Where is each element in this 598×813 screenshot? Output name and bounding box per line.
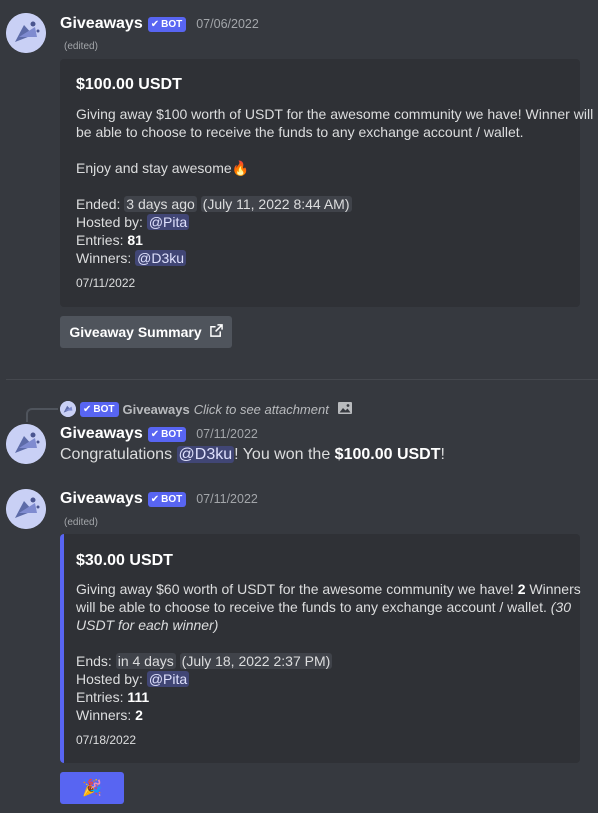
bot-badge: ✔ BOT bbox=[80, 401, 119, 417]
winners-count: 2 bbox=[135, 707, 143, 723]
embed-title: $30.00 USDT bbox=[76, 552, 173, 569]
giveaway-embed: $100.00 USDT Giving away $100 worth of U… bbox=[60, 59, 593, 307]
external-link-icon bbox=[209, 324, 223, 340]
giveaway-summary-button[interactable]: Giveaway Summary bbox=[60, 316, 232, 348]
entries-count: 81 bbox=[127, 232, 143, 248]
author-name[interactable]: Giveaways bbox=[60, 15, 143, 33]
timestamp-chip: (July 11, 2022 8:44 AM) bbox=[200, 196, 352, 212]
reply-spine bbox=[26, 408, 58, 422]
fire-emoji: 🔥 bbox=[231, 160, 250, 176]
reply-avatar bbox=[60, 401, 76, 417]
bot-badge: ✔ BOT bbox=[147, 426, 187, 442]
entries-count: 111 bbox=[127, 689, 150, 705]
timestamp-chip: (July 18, 2022 2:37 PM) bbox=[179, 653, 333, 669]
giveaway-embed: $30.00 USDT Giving away $60 worth of USD… bbox=[60, 534, 581, 763]
verified-check-icon: ✔ bbox=[150, 428, 160, 440]
winner-mention[interactable]: @D3ku bbox=[176, 446, 235, 463]
message-header: Giveaways ✔ BOT 07/06/2022 bbox=[60, 13, 259, 35]
party-popper-icon: 🎉 bbox=[82, 780, 102, 797]
reply-author[interactable]: Giveaways bbox=[123, 402, 190, 417]
timestamp-chip[interactable]: in 4 days bbox=[115, 653, 176, 669]
message-content: Congratulations @D3ku! You won the $100.… bbox=[60, 446, 445, 463]
message-header: Giveaways ✔ BOT 07/11/2022 bbox=[60, 488, 258, 510]
verified-check-icon: ✔ bbox=[83, 403, 92, 415]
verified-check-icon: ✔ bbox=[150, 18, 160, 30]
timestamp: 07/11/2022 bbox=[196, 492, 258, 506]
avatar[interactable] bbox=[6, 424, 46, 464]
host-mention[interactable]: @Pita bbox=[146, 671, 190, 687]
embed-title: $100.00 USDT bbox=[76, 76, 182, 93]
host-mention[interactable]: @Pita bbox=[146, 214, 190, 230]
author-name[interactable]: Giveaways bbox=[60, 425, 143, 443]
winner-mention[interactable]: @D3ku bbox=[135, 250, 187, 266]
bot-badge: ✔ BOT bbox=[147, 491, 187, 507]
embed-footer: 07/18/2022 bbox=[76, 733, 137, 747]
prize-text: $100.00 USDT bbox=[334, 446, 441, 463]
image-icon bbox=[337, 400, 353, 419]
avatar[interactable] bbox=[6, 13, 46, 53]
reply-preview[interactable]: ✔ BOT Giveaways Click to see attachment bbox=[60, 400, 353, 418]
embed-footer: 07/11/2022 bbox=[76, 276, 136, 290]
embed-description: Giving away $60 worth of USDT for the aw… bbox=[76, 581, 581, 723]
timestamp: 07/06/2022 bbox=[196, 17, 259, 31]
divider bbox=[6, 379, 598, 380]
edited-label: (edited) bbox=[64, 517, 98, 528]
message-header: Giveaways ✔ BOT 07/11/2022 bbox=[60, 423, 258, 445]
reply-text[interactable]: Click to see attachment bbox=[194, 402, 329, 417]
embed-description: Giving away $100 worth of USDT for the a… bbox=[76, 106, 594, 266]
enter-giveaway-button[interactable]: 🎉 bbox=[60, 772, 124, 804]
edited-label: (edited) bbox=[64, 41, 98, 52]
timestamp-chip[interactable]: 3 days ago bbox=[124, 196, 197, 212]
avatar[interactable] bbox=[6, 489, 46, 529]
bot-badge: ✔ BOT bbox=[147, 16, 187, 32]
author-name[interactable]: Giveaways bbox=[60, 490, 143, 508]
timestamp: 07/11/2022 bbox=[196, 427, 258, 441]
verified-check-icon: ✔ bbox=[150, 493, 160, 505]
